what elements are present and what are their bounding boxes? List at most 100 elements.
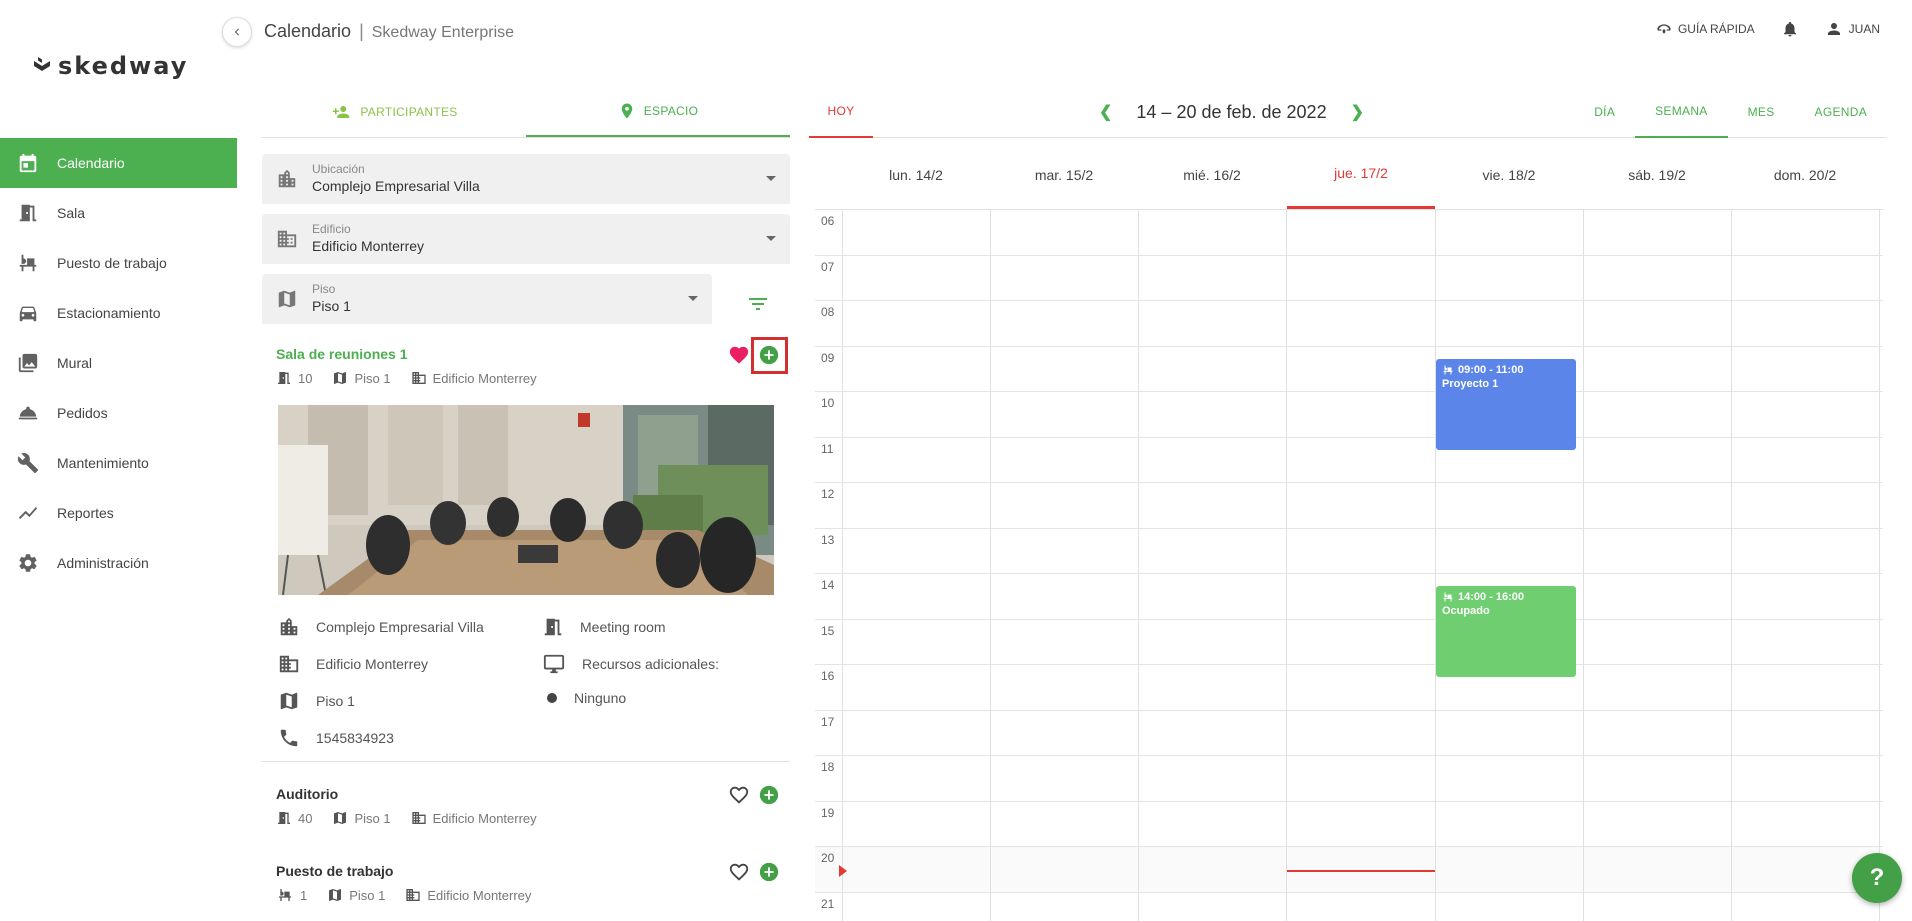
day-header[interactable]: vie. 18/2 <box>1435 140 1583 209</box>
calendar-event[interactable]: 09:00 - 11:00 Proyecto 1 <box>1436 359 1576 450</box>
view-day[interactable]: DÍA <box>1574 86 1635 138</box>
hour-label: 11 <box>821 441 834 456</box>
add-circle-icon[interactable] <box>758 861 780 883</box>
chevron-right-icon[interactable]: ❯ <box>1351 102 1364 122</box>
city-icon <box>280 617 298 636</box>
day-divider <box>1583 210 1584 921</box>
view-agenda[interactable]: AGENDA <box>1795 86 1887 138</box>
quick-guide-button[interactable]: GUÍA RÁPIDA <box>1656 21 1755 37</box>
heart-outline-icon[interactable] <box>728 784 750 806</box>
sidebar-item-estacionamiento[interactable]: Estacionamiento <box>0 288 237 338</box>
floor-select[interactable]: Piso Piso 1 <box>262 274 712 324</box>
door-icon <box>278 812 290 824</box>
hour-label: 14 <box>821 578 835 592</box>
view-week[interactable]: SEMANA <box>1635 86 1728 138</box>
hour-row: 06 <box>815 210 1883 256</box>
room-building: Edificio Monterrey <box>432 370 537 386</box>
room-capacity: 40 <box>298 810 313 826</box>
building-icon <box>406 889 421 901</box>
sidebar-item-reportes[interactable]: Reportes <box>0 488 237 538</box>
sidebar: skedway Calendario Sala Puesto de trabaj… <box>0 0 237 921</box>
room-floor: Piso 1 <box>354 810 391 826</box>
add-circle-icon[interactable] <box>758 784 780 806</box>
desk-chair-icon <box>279 889 291 901</box>
today-button[interactable]: HOY <box>809 86 873 138</box>
calendar-icon <box>16 151 40 175</box>
sidebar-item-label: Reportes <box>57 505 114 521</box>
week-grid[interactable]: 06 07 08 09 10 11 12 13 14 15 16 17 18 1… <box>815 209 1883 921</box>
page-subtitle: Skedway Enterprise <box>371 24 515 41</box>
day-header-today[interactable]: jue. 17/2 <box>1287 140 1435 209</box>
person-add-icon <box>333 105 350 118</box>
help-button[interactable]: ? <box>1852 853 1902 903</box>
hour-row: 13 <box>815 529 1883 574</box>
day-header[interactable]: mié. 16/2 <box>1138 140 1286 209</box>
event-title: Proyecto 1 <box>1442 378 1499 390</box>
room-building: Edificio Monterrey <box>427 887 532 903</box>
view-month[interactable]: MES <box>1728 86 1795 138</box>
title-separator: | <box>359 21 364 41</box>
collapse-sidebar-button[interactable] <box>222 17 252 47</box>
tab-espacio[interactable]: ESPACIO <box>526 86 790 137</box>
hour-row: 18 <box>815 756 1883 802</box>
sidebar-item-calendario[interactable]: Calendario <box>0 138 237 188</box>
hour-label: 13 <box>821 532 835 547</box>
notifications-button[interactable] <box>1781 20 1799 38</box>
room-details: Complejo Empresarial Villa Edificio Mont… <box>262 612 790 762</box>
sidebar-item-mantenimiento[interactable]: Mantenimiento <box>0 438 237 488</box>
day-header[interactable]: dom. 20/2 <box>1731 140 1879 209</box>
day-header[interactable]: lun. 14/2 <box>842 140 990 209</box>
view-switcher: DÍA SEMANA MES AGENDA <box>1574 86 1887 138</box>
tab-participantes[interactable]: PARTICIPANTES <box>262 86 526 137</box>
detail-resources-value: Ninguno <box>574 690 627 706</box>
room-card[interactable]: Auditorio 40 Piso 1 Edificio Monterrey <box>262 784 790 826</box>
hour-row: 17 <box>815 711 1883 756</box>
hour-row: 16 <box>815 665 1883 711</box>
detail-building-value: Edificio Monterrey <box>316 656 429 672</box>
sidebar-item-sala[interactable]: Sala <box>0 188 237 238</box>
filter-icon[interactable] <box>744 292 772 316</box>
hour-label: 17 <box>821 714 835 729</box>
room-capacity: 1 <box>300 887 308 903</box>
day-divider <box>1435 210 1436 921</box>
map-icon <box>280 692 298 710</box>
sidebar-item-administracion[interactable]: Administración <box>0 538 237 588</box>
day-header[interactable]: mar. 15/2 <box>990 140 1138 209</box>
event-time-text: 14:00 - 16:00 <box>1458 591 1525 603</box>
room-floor: Piso 1 <box>354 370 391 386</box>
room-name: Sala de reuniones 1 <box>276 346 408 362</box>
sidebar-item-pedidos[interactable]: Pedidos <box>0 388 237 438</box>
room-card[interactable]: Puesto de trabajo 1 Piso 1 Edificio Mont… <box>262 861 790 903</box>
building-label: Edificio <box>312 222 351 236</box>
user-menu[interactable]: JUAN <box>1825 20 1880 38</box>
wrench-icon <box>16 451 40 475</box>
door-icon <box>278 372 290 384</box>
monitor-icon <box>543 654 565 674</box>
heart-outline-icon[interactable] <box>728 861 750 883</box>
location-select[interactable]: Ubicación Complejo Empresarial Villa <box>262 154 790 204</box>
desk-chair-icon <box>1443 365 1453 375</box>
hour-label: 16 <box>821 669 835 683</box>
logo[interactable]: skedway <box>32 52 188 80</box>
building-icon <box>277 230 297 248</box>
hour-row: 19 <box>815 802 1883 847</box>
skedway-logo-icon <box>34 57 50 71</box>
event-time-text: 09:00 - 11:00 <box>1458 364 1524 376</box>
room-card[interactable]: Sala de reuniones 1 10 Piso 1 Edificio M… <box>262 344 790 386</box>
day-divider <box>1286 210 1287 921</box>
chevron-left-icon[interactable]: ❮ <box>1099 102 1112 122</box>
day-header[interactable]: sáb. 19/2 <box>1583 140 1731 209</box>
hour-row: 09 <box>815 347 1883 392</box>
detail-floor: Piso 1 <box>278 690 355 712</box>
hour-row: 21 <box>815 893 1883 921</box>
building-select[interactable]: Edificio Edificio Monterrey <box>262 214 790 264</box>
hour-label: 10 <box>821 396 835 410</box>
sidebar-item-label: Mantenimiento <box>57 455 149 471</box>
day-divider <box>1138 210 1139 921</box>
sidebar-item-puesto-de-trabajo[interactable]: Puesto de trabajo <box>0 238 237 288</box>
sidebar-item-mural[interactable]: Mural <box>0 338 237 388</box>
hour-label: 15 <box>821 623 835 638</box>
hour-row: 14 <box>815 574 1883 620</box>
calendar-event[interactable]: 14:00 - 16:00 Ocupado <box>1436 586 1576 677</box>
heart-filled-icon[interactable] <box>728 344 750 366</box>
